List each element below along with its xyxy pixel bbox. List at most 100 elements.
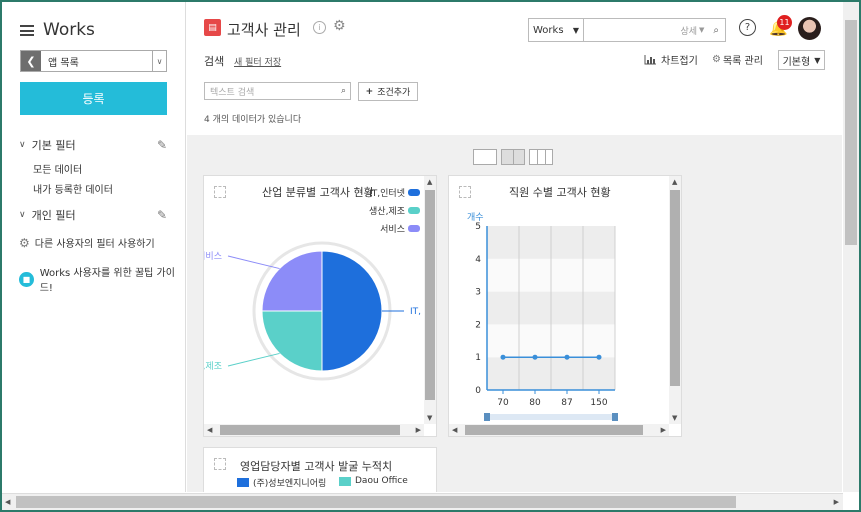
- global-search-input[interactable]: 상세 ▼ ⌕: [583, 18, 726, 42]
- y-tick-label: 1: [475, 353, 481, 363]
- guide-label: Works 사용자를 위한 꿀팁 가이드!: [39, 268, 175, 294]
- guide-link[interactable]: ■ Works 사용자를 위한 꿀팁 가이드!: [19, 264, 185, 294]
- add-condition-label: 조건추가: [377, 88, 411, 98]
- card-vertical-scrollbar[interactable]: ▲ ▼: [424, 176, 436, 424]
- text-search-input[interactable]: 텍스트 검색 ⌕: [204, 82, 351, 100]
- pie-leader-line: [227, 352, 280, 367]
- chart-area: 산업 분류별 고객사 현황 IT,인터넷 생산,제조 서비스 IT,생산,제조서…: [187, 135, 842, 492]
- window-horizontal-scrollbar[interactable]: ◀ ▶: [2, 493, 843, 510]
- search-scope-select[interactable]: Works ▼: [528, 18, 584, 42]
- chart-card-employees: 직원 수별 고객사 현황 개수 5 4 3 2 1 0 70 80 87 150 ▲ ▼ ◀ ▶: [448, 175, 682, 437]
- chart-title: 직원 수별 고객사 현황: [509, 186, 611, 199]
- chart-card-industry: 산업 분류별 고객사 현황 IT,인터넷 생산,제조 서비스 IT,생산,제조서…: [203, 175, 437, 437]
- pie-slice[interactable]: [261, 310, 323, 372]
- legend-swatch: [408, 207, 420, 214]
- y-tick-label: 2: [475, 320, 481, 330]
- legend-item: Daou Office: [339, 476, 408, 486]
- caret-down-icon: ▼: [814, 55, 821, 65]
- chevron-down-icon: ∨: [19, 140, 26, 150]
- legend-item: 생산,제조: [369, 204, 420, 217]
- search-detail-label[interactable]: 상세: [680, 24, 697, 37]
- caret-down-icon: ▼: [572, 25, 579, 35]
- range-navigator[interactable]: [487, 414, 615, 420]
- pie-slice-label: 생산,제조: [204, 361, 222, 372]
- data-count: 4 개의 데이터가 있습니다: [204, 115, 302, 125]
- bookmark-icon: ■: [19, 271, 34, 287]
- plus-icon: +: [365, 86, 374, 97]
- data-point[interactable]: [564, 354, 570, 360]
- legend-swatch: [408, 189, 420, 196]
- pencil-icon[interactable]: ✎: [157, 208, 167, 222]
- window-vertical-scrollbar[interactable]: [843, 2, 859, 492]
- pie-slice[interactable]: [321, 250, 383, 372]
- range-handle-left[interactable]: [484, 413, 490, 421]
- back-icon[interactable]: ❮: [21, 51, 41, 71]
- scrollbar-thumb[interactable]: [845, 20, 857, 245]
- legend-swatch: [408, 225, 420, 232]
- gear-icon: ⚙: [712, 54, 721, 65]
- legend-item: 서비스: [380, 222, 420, 235]
- legend-label: 생산,제조: [369, 207, 405, 217]
- view-type-select[interactable]: 기본형 ▼: [778, 50, 825, 70]
- data-point[interactable]: [532, 354, 538, 360]
- gear-icon: ⚙: [19, 235, 30, 250]
- scrollbar-thumb[interactable]: [16, 496, 736, 508]
- register-button[interactable]: 등록: [20, 82, 167, 115]
- view-type-label: 기본형: [782, 56, 811, 68]
- gear-icon[interactable]: ⚙: [333, 18, 346, 34]
- brand: Works: [20, 20, 95, 40]
- personal-filter-header[interactable]: ∨ 개인 필터 ✎: [19, 207, 167, 223]
- pie-chart: IT, 생산,제조 서비스: [204, 241, 421, 381]
- card-horizontal-scrollbar[interactable]: ◀ ▶: [449, 424, 669, 436]
- basic-filter-header[interactable]: ∨ 기본 필터 ✎: [19, 137, 167, 153]
- list-manage-label: 목록 관리: [722, 56, 763, 67]
- save-filter-link[interactable]: 새 필터 저장: [234, 55, 281, 68]
- card-vertical-scrollbar[interactable]: ▲ ▼: [669, 176, 681, 424]
- text-search-placeholder: 텍스트 검색: [210, 87, 255, 98]
- layout-3col-button[interactable]: [529, 149, 553, 165]
- range-handle-right[interactable]: [612, 413, 618, 421]
- list-manage-button[interactable]: ⚙ 목록 관리: [712, 52, 763, 67]
- y-tick-label: 0: [475, 386, 481, 396]
- filter-all-data[interactable]: 모든 데이터: [33, 161, 82, 176]
- app-list-select[interactable]: ❮ 앱 목록 ∨: [20, 50, 167, 72]
- legend-item: (주)성보엔지니어링: [237, 476, 326, 489]
- legend-label: 서비스: [380, 225, 405, 235]
- page-title: 고객사 관리: [227, 21, 301, 39]
- y-tick-label: 4: [475, 255, 481, 265]
- data-point[interactable]: [500, 354, 506, 360]
- expand-icon[interactable]: [459, 186, 471, 198]
- pie-slice[interactable]: [261, 250, 323, 312]
- add-condition-button[interactable]: + 조건추가: [358, 82, 418, 101]
- pie-slice-label: IT,: [410, 307, 421, 317]
- data-point[interactable]: [596, 354, 602, 360]
- chart-collapse-button[interactable]: 차트접기: [644, 52, 698, 67]
- card-horizontal-scrollbar[interactable]: ◀ ▶: [204, 424, 424, 436]
- basic-filter-label: 기본 필터: [31, 139, 76, 152]
- search-icon[interactable]: ⌕: [341, 86, 346, 96]
- contact-book-icon: ▤: [204, 19, 221, 36]
- help-icon[interactable]: ?: [739, 19, 756, 36]
- layout-2col-button[interactable]: [501, 149, 525, 165]
- menu-icon[interactable]: [20, 24, 34, 36]
- layout-1col-button[interactable]: [473, 149, 497, 165]
- pencil-icon[interactable]: ✎: [157, 138, 167, 152]
- chart-title: 산업 분류별 고객사 현황: [262, 186, 374, 199]
- legend-label: IT,인터넷: [369, 189, 405, 199]
- caret-down-icon: ▼: [699, 26, 705, 34]
- y-tick-label: 3: [475, 288, 481, 298]
- other-user-filter-link[interactable]: ⚙ 다른 사용자의 필터 사용하기: [19, 235, 155, 251]
- avatar[interactable]: [798, 17, 821, 40]
- filter-my-data[interactable]: 내가 등록한 데이터: [33, 181, 113, 196]
- chevron-down-icon[interactable]: ∨: [152, 51, 166, 71]
- search-icon[interactable]: ⌕: [713, 25, 719, 36]
- search-label: 검색: [204, 55, 225, 68]
- expand-icon[interactable]: [214, 186, 226, 198]
- x-tick-label: 87: [561, 398, 572, 408]
- legend-swatch: [237, 478, 249, 487]
- info-icon[interactable]: i: [313, 21, 326, 34]
- line-chart: 개수54321070 80 87 150: [467, 212, 618, 421]
- expand-icon[interactable]: [214, 458, 226, 470]
- search-scope-label: Works: [533, 24, 564, 36]
- other-user-filter-label: 다른 사용자의 필터 사용하기: [34, 239, 155, 250]
